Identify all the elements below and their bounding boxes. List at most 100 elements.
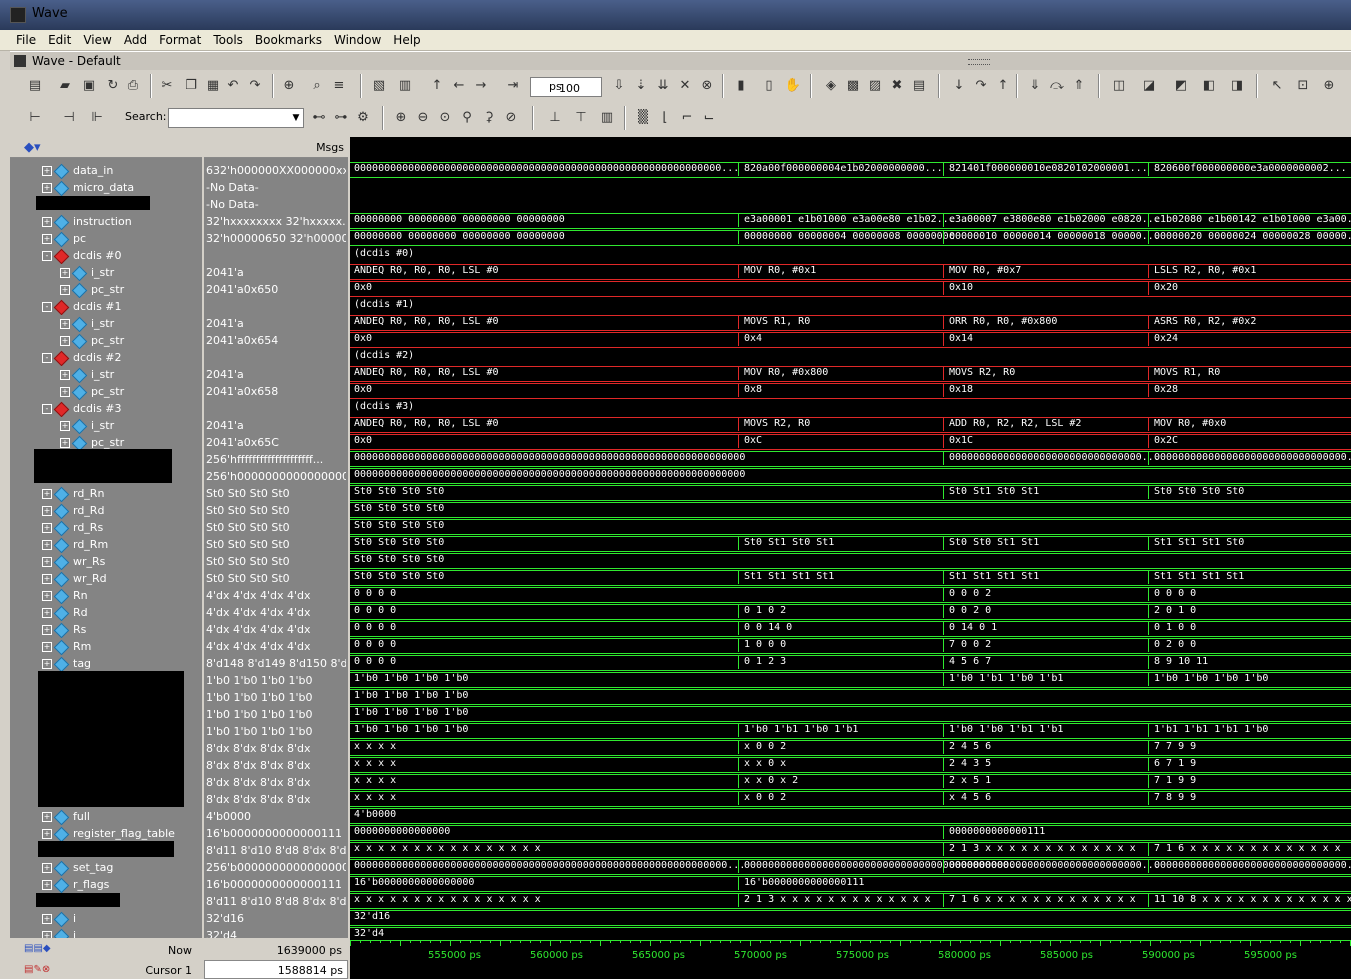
expand-icon[interactable]: + [42,608,52,618]
menu-tools[interactable]: Tools [207,30,249,47]
signal-name-row[interactable]: + register_flag_table [10,825,234,842]
cursor-remove-icon[interactable]: ⊤ [572,109,590,127]
edge-fall-icon[interactable]: ⌙ [700,109,718,127]
expand-icon[interactable]: + [42,183,52,193]
menu-bookmarks[interactable]: Bookmarks [249,30,328,47]
expand-icon[interactable]: + [42,540,52,550]
left-arrow-icon[interactable]: ← [450,77,468,95]
layout4-icon[interactable]: ◧ [1200,77,1218,95]
stop-icon[interactable]: ⊗ [698,77,716,95]
expand-icon[interactable]: + [60,421,70,431]
signal-name-row[interactable]: + tag [10,655,234,672]
step-over2-icon[interactable]: ↷ [972,77,990,95]
restart-step-icon[interactable]: ▤ [910,77,928,95]
expand-icon[interactable]: + [42,166,52,176]
run-length-icon[interactable]: ⇥ [504,77,522,95]
new-file-icon[interactable]: ▤ [26,77,44,95]
signal-name-row[interactable]: - dcdis #1 [10,298,234,315]
signal-name-row[interactable]: + rd_Rn [10,485,234,502]
edge-icon[interactable]: ▒ [634,109,652,127]
run-all-icon[interactable]: ⇊ [654,77,672,95]
up-arrow-icon[interactable]: ↑ [428,77,446,95]
expand-icon[interactable]: + [42,625,52,635]
expand-icon[interactable]: + [42,523,52,533]
edge-rise-icon[interactable]: ⌐ [678,109,696,127]
cursor-add-icon[interactable]: ⊥ [546,109,564,127]
signal-name-row[interactable]: + instruction [10,213,234,230]
expand-icon[interactable]: + [60,319,70,329]
print-icon[interactable]: ⎙ [124,77,142,95]
expand-icon[interactable]: + [42,489,52,499]
expand-icon[interactable]: + [60,336,70,346]
collapse-icon[interactable]: - [42,353,52,363]
run-options-icon[interactable]: ▥ [396,77,414,95]
signal-name-row[interactable]: + pc [10,230,234,247]
menu-add[interactable]: Add [118,30,153,47]
signal-name-row[interactable]: + rd_Rs [10,519,234,536]
hand-icon[interactable]: ✋ [784,77,802,95]
remove-signal-icon[interactable]: ⊣ [60,109,78,127]
signal-menu-icon[interactable]: ◆▾ [24,140,41,155]
zoom-full-icon[interactable]: ⊙ [436,109,454,127]
signal-name-row[interactable]: + wr_Rs [10,553,234,570]
zoom-range-icon[interactable]: ⚳ [480,109,498,127]
break-step-icon[interactable]: ✖ [888,77,906,95]
continue-icon[interactable]: ⇣ [632,77,650,95]
signal-name-row[interactable]: + micro_data [10,179,234,196]
insert-signal-icon[interactable]: ⊢ [26,109,44,127]
chevron-down-icon[interactable]: ▼ [289,109,303,127]
step-over3-icon[interactable]: ⤼ [1048,77,1066,95]
add-icon[interactable]: ⊕ [280,77,298,95]
expand-icon[interactable]: + [60,438,70,448]
redo-icon[interactable]: ↷ [246,77,264,95]
signal-name-row[interactable]: + r_flags [10,876,234,893]
menu-help[interactable]: Help [387,30,426,47]
crosshair-icon[interactable]: ⊕ [1320,77,1338,95]
layout2-icon[interactable]: ◪ [1140,77,1158,95]
step-out3-icon[interactable]: ⇑ [1070,77,1088,95]
search-back-icon[interactable]: ⊶ [332,109,350,127]
reload-icon[interactable]: ↻ [104,77,122,95]
zoom-mode-icon[interactable]: ⊡ [1294,77,1312,95]
menu-format[interactable]: Format [153,30,207,47]
signal-name-row[interactable]: + Rm [10,638,234,655]
find-icon[interactable]: ⌕ [308,77,326,95]
menu-view[interactable]: View [77,30,117,47]
signal-name-row[interactable]: + rd_Rd [10,502,234,519]
cut-icon[interactable]: ✂ [158,77,176,95]
menu-edit[interactable]: Edit [42,30,77,47]
expand-icon[interactable]: + [42,574,52,584]
drag-grip[interactable] [968,59,990,65]
expand-icon[interactable]: + [42,642,52,652]
menu-window[interactable]: Window [328,30,387,47]
break-icon[interactable]: ✕ [676,77,694,95]
cursor-value-box[interactable]: 1588814 ps [204,960,348,979]
layout-icon[interactable]: ◫ [1110,77,1128,95]
copy-icon[interactable]: ❐ [182,77,200,95]
signal-name-row[interactable]: + Rs [10,621,234,638]
restart-icon[interactable]: ▧ [370,77,388,95]
signal-name-row[interactable]: + Rn [10,587,234,604]
search-options-icon[interactable]: ⚙ [354,109,372,127]
zoom-cursor-icon[interactable]: ⚲ [458,109,476,127]
waveform-pane[interactable]: 0000000000000000 000000000000000000000000… [350,137,1351,979]
pointer-icon[interactable]: ↖ [1268,77,1286,95]
signal-name-row[interactable]: + Rd [10,604,234,621]
layout3-icon[interactable]: ◩ [1172,77,1190,95]
expand-icon[interactable]: + [60,268,70,278]
run-icon[interactable]: ⇩ [610,77,628,95]
layout5-icon[interactable]: ◨ [1228,77,1246,95]
collapse-icon[interactable]: - [42,251,52,261]
expand-icon[interactable]: + [42,914,52,924]
signal-name-row[interactable]: + data_in [10,162,234,179]
chart-icon[interactable]: ▮ [732,77,750,95]
save-icon[interactable]: ▣ [80,77,98,95]
expand-icon[interactable]: + [42,557,52,567]
expand-icon[interactable]: + [42,829,52,839]
expand-icon[interactable]: + [60,370,70,380]
expand-icon[interactable]: + [42,234,52,244]
expand-icon[interactable]: + [42,659,52,669]
undo-icon[interactable]: ↶ [224,77,242,95]
search-input[interactable]: ▼ [168,108,304,128]
menu-file[interactable]: File [10,30,42,47]
